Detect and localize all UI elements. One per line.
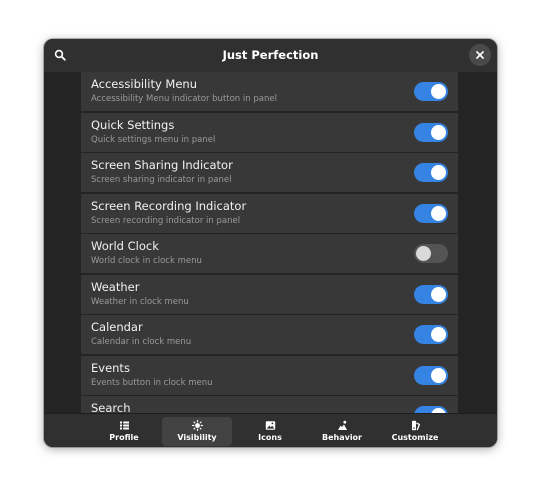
setting-subtitle: Screen recording indicator in panel [91, 215, 241, 226]
setting-subtitle: Events button in clock menu [91, 377, 213, 388]
preferences-window: Just Perfection Accessibility Menu Acces… [44, 39, 497, 447]
setting-row-quick-settings[interactable]: Quick Settings Quick settings menu in pa… [81, 112, 458, 152]
setting-subtitle: Quick settings menu in panel [91, 134, 216, 145]
tab-label: Icons [258, 433, 282, 442]
toggle-knob [431, 124, 446, 140]
setting-subtitle: Screen sharing indicator in panel [91, 175, 232, 185]
window-title: Just Perfection [222, 48, 319, 62]
visibility-icon [162, 420, 232, 431]
setting-title: Calendar [91, 320, 143, 334]
toggle-switch[interactable] [414, 203, 448, 223]
tab-label: Customize [391, 433, 439, 442]
setting-row-accessibility-menu[interactable]: Accessibility Menu Accessibility Menu in… [81, 72, 458, 111]
image-icon [235, 420, 305, 431]
view-switcher-bar: Profile Visibility Icons Behavior Custom… [44, 413, 497, 447]
setting-row-weather[interactable]: Weather Weather in clock menu [81, 274, 458, 314]
header-bar: Just Perfection [44, 39, 497, 72]
toggle-knob [431, 84, 446, 99]
toggle-switch[interactable] [414, 325, 448, 344]
toggle-knob [416, 246, 431, 261]
setting-row-calendar[interactable]: Calendar Calendar in clock menu [81, 315, 458, 354]
toggle-switch[interactable] [414, 284, 448, 304]
tab-icons[interactable]: Icons [235, 417, 305, 446]
toggle-knob [431, 205, 446, 221]
tab-profile[interactable]: Profile [89, 417, 159, 446]
setting-subtitle: Weather in clock menu [91, 296, 189, 307]
profile-icon [89, 420, 159, 431]
setting-title: Accessibility Menu [91, 77, 197, 91]
setting-row-screen-sharing-indicator[interactable]: Screen Sharing Indicator Screen sharing … [81, 153, 458, 192]
toggle-switch[interactable] [414, 122, 448, 142]
tab-behavior[interactable]: Behavior [307, 417, 377, 446]
setting-title: Screen Recording Indicator [91, 198, 247, 213]
toggle-knob [431, 165, 446, 180]
tab-label: Visibility [177, 433, 217, 442]
setting-title: Weather [91, 279, 140, 294]
tab-visibility[interactable]: Visibility [162, 417, 232, 446]
toggle-knob [431, 286, 446, 302]
close-icon [476, 51, 484, 59]
toggle-switch[interactable] [414, 365, 448, 385]
setting-title: Events [91, 360, 130, 375]
tab-customize[interactable]: Customize [380, 417, 450, 446]
behavior-icon [307, 420, 377, 431]
tab-label: Behavior [321, 433, 362, 442]
setting-row-screen-recording-indicator[interactable]: Screen Recording Indicator Screen record… [81, 193, 458, 233]
setting-row-world-clock[interactable]: World Clock World clock in clock menu [81, 234, 458, 273]
toggle-knob [431, 327, 446, 342]
setting-title: World Clock [91, 239, 159, 253]
settings-scroll-area[interactable]: Accessibility Menu Accessibility Menu in… [44, 72, 497, 414]
toggle-switch[interactable] [414, 82, 448, 101]
toggle-knob [431, 367, 446, 383]
toggle-switch[interactable] [414, 163, 448, 182]
setting-title: Quick Settings [91, 117, 175, 132]
setting-subtitle: Calendar in clock menu [91, 337, 192, 347]
setting-row-events[interactable]: Events Events button in clock menu [81, 355, 458, 395]
setting-subtitle: Accessibility Menu indicator button in p… [91, 94, 277, 104]
setting-row-search[interactable]: Search [81, 396, 458, 414]
customize-icon [380, 420, 450, 431]
settings-list: Accessibility Menu Accessibility Menu in… [81, 72, 458, 414]
setting-subtitle: World clock in clock menu [91, 256, 202, 266]
toggle-switch[interactable] [414, 244, 448, 263]
close-button[interactable] [469, 44, 491, 66]
setting-title: Screen Sharing Indicator [91, 158, 233, 172]
tab-label: Profile [109, 433, 139, 442]
